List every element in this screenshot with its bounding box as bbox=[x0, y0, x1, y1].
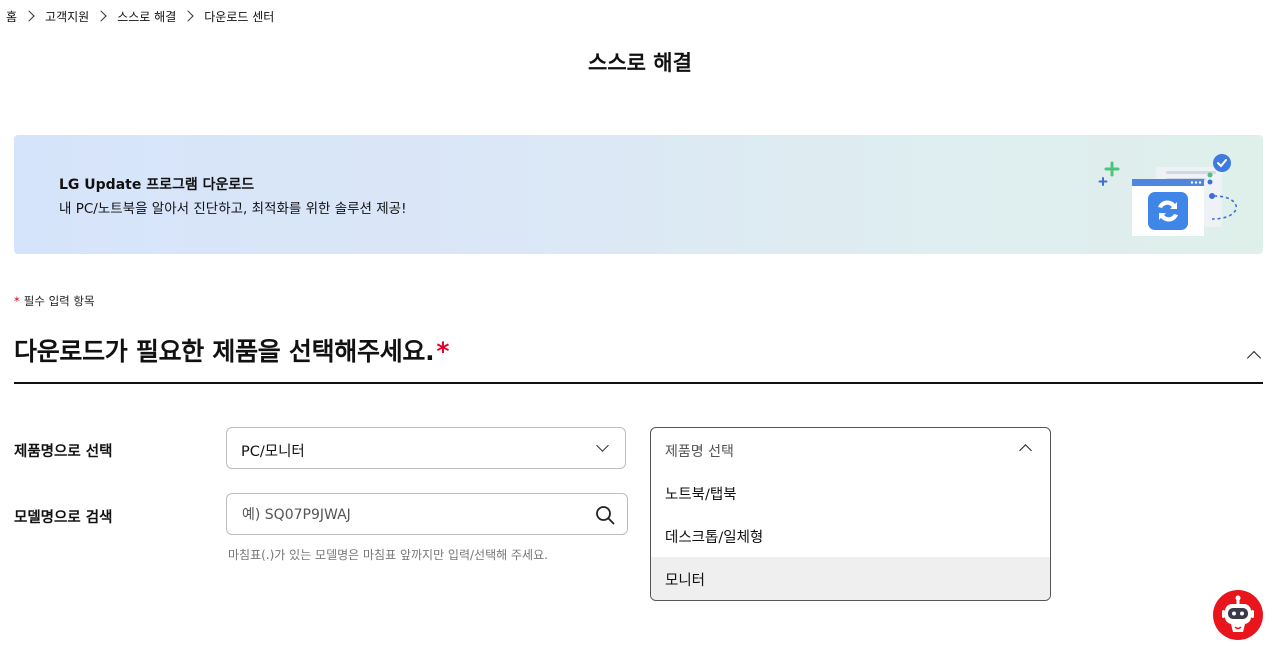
dropdown-option-notebook[interactable]: 노트북/탭북 bbox=[651, 471, 1050, 514]
model-search-input[interactable] bbox=[240, 504, 584, 526]
category-select-value: PC/모니터 bbox=[241, 444, 305, 460]
section-title: 다운로드가 필요한 제품을 선택해주세요.* bbox=[14, 332, 449, 368]
chevron-right-icon bbox=[182, 10, 194, 22]
banner-description: 내 PC/노트북을 알아서 진단하고, 최적화를 위한 솔루션 제공! bbox=[59, 201, 407, 217]
model-search-label: 모델명으로 검색 bbox=[14, 510, 113, 526]
chevron-up-icon bbox=[1019, 444, 1032, 457]
update-app-icon bbox=[1098, 154, 1238, 236]
search-icon[interactable] bbox=[595, 505, 615, 525]
required-note-text: 필수 입력 항목 bbox=[23, 294, 95, 308]
chevron-right-icon bbox=[23, 10, 35, 22]
chevron-right-icon bbox=[95, 10, 107, 22]
page-title: 스스로 해결 bbox=[588, 51, 692, 75]
model-search-box[interactable] bbox=[226, 493, 628, 535]
chatbot-button[interactable] bbox=[1213, 590, 1263, 640]
chevron-down-icon bbox=[596, 439, 609, 452]
breadcrumb-self-solve[interactable]: 스스로 해결 bbox=[117, 8, 176, 25]
lg-update-banner[interactable]: LG Update 프로그램 다운로드 내 PC/노트북을 알아서 진단하고, … bbox=[14, 135, 1263, 254]
product-name-placeholder: 제품명 선택 bbox=[665, 444, 734, 460]
dropdown-option-monitor[interactable]: 모니터 bbox=[651, 557, 1050, 600]
model-search-helper: 마침표(.)가 있는 모델명은 마침표 앞까지만 입력/선택해 주세요. bbox=[228, 548, 548, 562]
chatbot-icon bbox=[1222, 595, 1254, 632]
category-select[interactable]: PC/모니터 bbox=[226, 427, 626, 469]
product-select-label: 제품명으로 선택 bbox=[14, 444, 113, 460]
collapse-section-button[interactable] bbox=[1244, 345, 1264, 366]
section-title-text: 다운로드가 필요한 제품을 선택해주세요. bbox=[14, 337, 435, 366]
section-divider bbox=[14, 382, 1263, 384]
dropdown-option-desktop[interactable]: 데스크톱/일체형 bbox=[651, 514, 1050, 557]
required-star: * bbox=[14, 294, 20, 308]
breadcrumb-download-center[interactable]: 다운로드 센터 bbox=[204, 8, 274, 25]
breadcrumb-home[interactable]: 홈 bbox=[6, 8, 17, 25]
chevron-up-icon bbox=[1246, 350, 1262, 366]
breadcrumb-support[interactable]: 고객지원 bbox=[45, 8, 89, 25]
required-field-note: * 필수 입력 항목 bbox=[14, 293, 95, 309]
required-star: * bbox=[436, 337, 450, 366]
breadcrumb: 홈 고객지원 스스로 해결 다운로드 센터 bbox=[6, 6, 274, 26]
banner-title: LG Update 프로그램 다운로드 bbox=[59, 177, 255, 193]
product-name-select[interactable]: 제품명 선택 bbox=[651, 428, 1050, 471]
product-name-dropdown[interactable]: 제품명 선택 노트북/탭북 데스크톱/일체형 모니터 bbox=[650, 427, 1051, 601]
